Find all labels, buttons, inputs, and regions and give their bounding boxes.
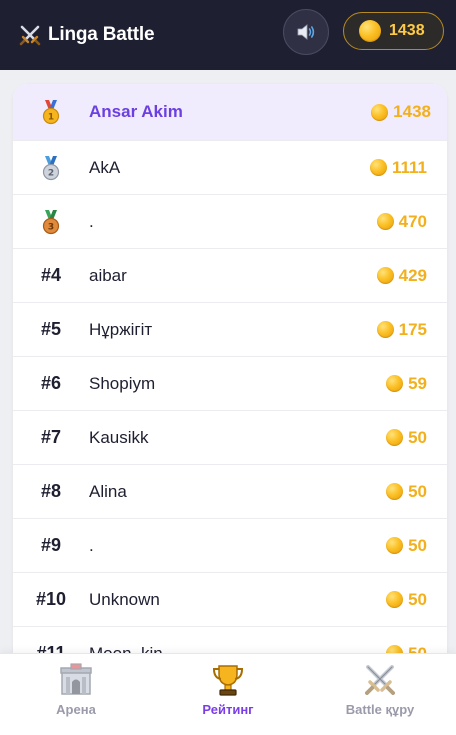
coin-icon: [369, 159, 387, 176]
player-score: 1438: [371, 102, 431, 122]
leaderboard-row: 3 . 470: [13, 195, 447, 249]
player-score: 1111: [369, 157, 427, 178]
player-name: Unknown: [89, 589, 160, 609]
coin-icon: [386, 591, 404, 608]
coin-icon: [386, 537, 404, 554]
coin-icon: [386, 375, 404, 392]
gold-medal-icon: 1: [40, 99, 62, 125]
leaderboard-row: #9 . 50: [13, 519, 447, 573]
player-points: 50: [408, 535, 427, 555]
rank-number: #5: [40, 319, 62, 339]
crossed-swords-icon: [19, 25, 41, 46]
top-bar: Linga Battle 1438: [0, 0, 456, 70]
rank-number: #7: [40, 427, 62, 447]
coin-icon: [376, 321, 394, 338]
leaderboard: 1 Ansar Akim 1438 2 AkA 1111 3 . 470 #4 …: [13, 84, 447, 684]
leaderboard-row: #8 Alina 50: [13, 465, 447, 519]
player-score: 50: [386, 536, 427, 556]
leaderboard-row: #10 Unknown 50: [13, 573, 447, 627]
rank-number: #6: [40, 373, 62, 393]
app-title: Linga Battle: [48, 24, 155, 45]
player-name: Shopiym: [89, 373, 156, 393]
player-name: Нұржігіт: [89, 319, 153, 339]
coin-icon: [386, 429, 404, 446]
coin-balance: 1438: [343, 12, 444, 50]
player-name: .: [89, 535, 94, 555]
player-name: AkA: [89, 157, 121, 177]
leaderboard-row: #7 Kausikk 50: [13, 411, 447, 465]
player-name: Alina: [89, 481, 127, 501]
silver-medal-icon: 2: [40, 155, 62, 181]
player-score: 50: [386, 590, 427, 610]
player-score: 50: [386, 428, 427, 448]
player-points: 1111: [391, 157, 427, 177]
rank-number: #9: [40, 535, 62, 555]
player-score: 429: [376, 265, 427, 286]
player-name: Kausikk: [89, 427, 149, 447]
leaderboard-row-current-user: 1 Ansar Akim 1438: [13, 84, 447, 141]
leaderboard-row: 2 AkA 1111: [13, 141, 447, 195]
player-points: 429: [398, 265, 427, 285]
player-points: 1438: [393, 102, 431, 121]
nav-rating-label: Рейтинг: [202, 702, 254, 717]
speaker-icon: [297, 24, 315, 40]
svg-text:3: 3: [48, 222, 54, 232]
player-points: 50: [408, 481, 427, 501]
player-points: 59: [408, 373, 427, 393]
nav-create-battle[interactable]: Battle құру: [304, 654, 456, 735]
svg-text:1: 1: [48, 113, 54, 123]
rank-number: #8: [40, 481, 62, 501]
player-name: aibar: [89, 265, 127, 285]
bottom-navigation: Арена Рейтинг Battle құру: [0, 653, 456, 735]
coin-icon: [386, 483, 404, 500]
player-score: 470: [376, 211, 427, 232]
nav-arena[interactable]: Арена: [0, 654, 152, 735]
leaderboard-row: #5 Нұржігіт 175: [13, 303, 447, 357]
player-name: .: [89, 211, 94, 231]
brand: Linga Battle: [18, 23, 155, 47]
rank-number: #10: [35, 589, 67, 609]
nav-rating[interactable]: Рейтинг: [152, 654, 304, 735]
player-points: 50: [408, 427, 427, 447]
coin-icon: [371, 103, 389, 121]
player-score: 175: [376, 319, 427, 340]
leaderboard-row: #6 Shopiym 59: [13, 357, 447, 411]
bronze-medal-icon: 3: [40, 209, 62, 235]
player-points: 470: [398, 211, 427, 231]
coin-icon: [376, 213, 394, 230]
crossed-swords-icon: [365, 665, 395, 695]
player-score: 50: [386, 482, 427, 502]
nav-arena-label: Арена: [56, 702, 96, 717]
rank-number: #4: [40, 265, 62, 285]
sound-toggle-button[interactable]: [283, 9, 329, 55]
trophy-icon: [212, 665, 244, 696]
coin-balance-value: 1438: [389, 22, 425, 39]
nav-create-battle-label: Battle құру: [345, 702, 415, 717]
coin-icon: [376, 267, 394, 284]
player-points: 175: [398, 319, 427, 339]
leaderboard-row: #4 aibar 429: [13, 249, 447, 303]
player-name: Ansar Akim: [89, 102, 183, 121]
svg-text:2: 2: [48, 168, 54, 178]
player-points: 50: [408, 589, 427, 609]
player-score: 59: [386, 374, 427, 394]
arena-building-icon: [60, 663, 92, 695]
coin-icon: [359, 20, 381, 42]
